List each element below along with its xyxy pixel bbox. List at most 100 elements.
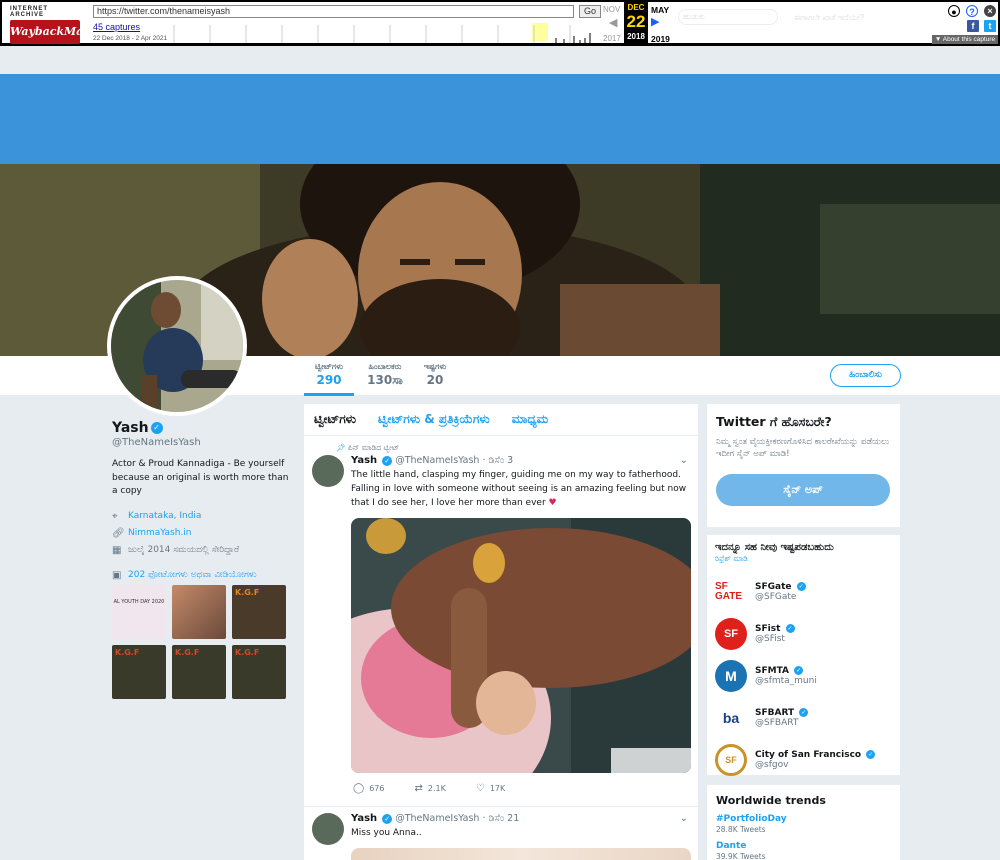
tweet-media[interactable]: [351, 518, 691, 773]
trend-name: Dante: [716, 841, 747, 851]
next-year[interactable]: 2019: [651, 34, 670, 44]
tweet-header: Yash ✓ @TheNameIsYash · ಡಿಸೆಂ 3: [351, 455, 690, 466]
tweet-avatar[interactable]: [312, 813, 344, 845]
thumb-text: K.G.F: [235, 647, 260, 657]
verified-icon: ✓: [866, 750, 876, 759]
media-thumb[interactable]: K.G.F: [112, 644, 166, 699]
wtf-logo-text: SF GATE: [715, 581, 743, 602]
tweet-divider: [304, 806, 698, 807]
wtf-name: SFGate: [755, 582, 792, 592]
sfmta-logo-icon: M: [715, 660, 747, 692]
verified-icon: ✓: [796, 582, 806, 591]
profile-media-link[interactable]: 202 ಫೋಟೋಗಳು ಅಥವಾ ವೀಡಿಯೋಗಳು: [128, 570, 257, 580]
avatar[interactable]: [107, 276, 247, 416]
profile-bio: Actor & Proud Kannadiga - Be yourself be…: [112, 459, 289, 496]
next-arrow-icon[interactable]: ▶: [651, 15, 659, 28]
link-icon: 🔗︎: [112, 527, 125, 539]
verified-icon: ✓: [794, 666, 804, 675]
tweet-author-handle[interactable]: @TheNameIsYash: [395, 813, 479, 824]
wtf-name: SFBART: [755, 708, 795, 718]
tweet-author-name[interactable]: Yash: [351, 813, 377, 824]
prev-year[interactable]: 2017: [603, 34, 621, 43]
timeline-tabs: ಟ್ವೀಟ್‌ಗಳು ಟ್ವೀಟ್‌ಗಳು & ಪ್ರತಿಕ್ರಿಯೆಗಳು ಮ…: [304, 404, 698, 436]
media-thumb[interactable]: K.G.F: [232, 644, 286, 699]
chevron-down-icon[interactable]: ⌄: [680, 455, 688, 466]
media-thumb[interactable]: AL YOUTH DAY 2020: [112, 584, 166, 639]
avatar-illustration: [111, 280, 243, 412]
tweet-pinned[interactable]: Yash ✓ @TheNameIsYash · ಡಿಸೆಂ 3 ⌄ The li…: [304, 455, 698, 794]
media-thumb[interactable]: [172, 584, 226, 639]
close-icon[interactable]: ×: [984, 5, 996, 17]
tweet-item[interactable]: Yash ✓ @TheNameIsYash · ಡಿಸೆಂ 21 ⌄ Miss …: [304, 813, 698, 860]
trend-item[interactable]: Dante 39.9K Tweets: [716, 841, 891, 860]
media-thumb[interactable]: K.G.F: [172, 644, 226, 699]
profile-name-row: Yash ✓: [112, 420, 292, 436]
pinned-label-row: 📌︎ ಪಿನ್ ಮಾಡಿದ ಟ್ವೀಟ್: [336, 443, 698, 453]
profile-website[interactable]: NimmaYash.in: [128, 528, 192, 538]
tweet-avatar[interactable]: [312, 455, 344, 487]
tweet-date[interactable]: · ಡಿಸೆಂ 21: [482, 813, 519, 824]
tab-tweets[interactable]: ಟ್ವೀಟ್‌ಗಳು: [314, 412, 356, 427]
wayback-url-input[interactable]: https://twitter.com/thenameisyash: [93, 5, 574, 18]
stat-likes[interactable]: ಇಷ್ಟಗಳು 20: [415, 362, 455, 387]
stat-tweets-value: 290: [316, 373, 342, 387]
signup-title: Twitter ಗೆ ಹೊಸಬರೇ?: [716, 414, 832, 429]
captures-link[interactable]: 45 captures: [93, 22, 140, 32]
wayback-go-button[interactable]: Go: [579, 5, 601, 18]
retweet-action[interactable]: ⇄ 2.1K: [414, 783, 445, 794]
media-thumbnails: AL YOUTH DAY 2020 K.G.F K.G.F K.G.F K.G.…: [112, 584, 292, 699]
reply-count: 676: [369, 784, 385, 793]
profile-handle[interactable]: @TheNameIsYash: [112, 437, 292, 448]
wtf-account[interactable]: SF GATE SFGate ✓ @SFGate: [715, 576, 892, 608]
chevron-down-icon[interactable]: ⌄: [680, 813, 688, 824]
prev-arrow-icon[interactable]: ◀: [609, 16, 617, 29]
media-thumb[interactable]: K.G.F: [232, 584, 286, 639]
tweet-media[interactable]: [351, 848, 691, 860]
trends-title: Worldwide trends: [716, 794, 826, 807]
follow-button[interactable]: ಹಿಂಬಾಲಿಸು: [830, 364, 901, 387]
profile-name[interactable]: Yash: [112, 420, 149, 436]
about-capture-button[interactable]: ▼ About this capture: [932, 35, 998, 44]
wtf-account[interactable]: M SFMTA ✓ @sfmta_muni: [715, 660, 892, 692]
trends-module: Worldwide trends #PortfolioDay 28.8K Twe…: [707, 785, 900, 860]
captures-range: 22 Dec 2018 - 2 Apr 2021: [93, 35, 168, 42]
thumb-text: AL YOUTH DAY 2020: [113, 598, 165, 605]
wayback-logo[interactable]: INTERNET ARCHIVE WaybackMachine: [10, 6, 117, 44]
tweet-author-name[interactable]: Yash: [351, 455, 377, 466]
tweet-photo: [351, 518, 691, 773]
thumb-text: K.G.F: [235, 587, 260, 597]
wtf-account[interactable]: ba SFBART ✓ @SFBART: [715, 702, 892, 734]
calendar-icon: ▦: [112, 544, 122, 556]
wtf-logo-text: SF: [723, 628, 739, 640]
wtf-handle: @sfmta_muni: [755, 676, 817, 686]
wtf-name-row: SFGate ✓: [755, 582, 806, 592]
wtf-name: SFMTA: [755, 666, 789, 676]
help-icon[interactable]: ?: [966, 5, 978, 17]
wtf-account[interactable]: SF City of San Francisco ✓ @sfgov: [715, 744, 892, 776]
tab-tweets-replies[interactable]: ಟ್ವೀಟ್‌ಗಳು & ಪ್ರತಿಕ್ರಿಯೆಗಳು: [378, 412, 490, 427]
trend-item[interactable]: #PortfolioDay 28.8K Tweets: [716, 814, 891, 834]
twitter-icon[interactable]: t: [984, 20, 996, 32]
next-month[interactable]: MAY: [651, 5, 669, 15]
signup-desc: ನಿಮ್ಮ ಸ್ವಂತ ವೈಯಕ್ತೀಕರಣಗೊಳಿಸಿದ ಕಾಲರೇಖೆಯನ್…: [716, 437, 890, 459]
wtf-name-row: City of San Francisco ✓: [755, 750, 876, 760]
tweet-author-handle[interactable]: @TheNameIsYash: [395, 455, 479, 466]
stat-tweets[interactable]: ಟ್ವೀಟ್‌ಗಳು 290: [304, 362, 354, 396]
like-action[interactable]: ♡ 17K: [476, 783, 505, 794]
stat-followers-label: ಹಿಂಬಾಲಕರು: [368, 362, 402, 371]
signup-button[interactable]: ಸೈನ್ ಅಪ್: [716, 474, 890, 506]
tweet-date[interactable]: · ಡಿಸೆಂ 3: [482, 455, 513, 466]
wtf-account[interactable]: SF SFist ✓ @SFist: [715, 618, 892, 650]
reply-action[interactable]: ◯ 676: [353, 783, 384, 794]
facebook-icon[interactable]: f: [967, 20, 979, 32]
pinned-label: ಪಿನ್ ಮಾಡಿದ ಟ್ವೀಟ್: [347, 443, 400, 452]
profile-location[interactable]: Karnataka, India: [128, 511, 201, 521]
tab-media[interactable]: ಮಾಧ್ಯಮ: [512, 412, 548, 427]
wtf-refresh[interactable]: ರಿಫ್ರೆಶ್ ಮಾಡಿ: [715, 554, 892, 564]
user-icon[interactable]: ●: [948, 5, 960, 17]
wtf-handle: @sfgov: [755, 760, 789, 770]
stat-followers[interactable]: ಹಿಂಬಾಲಕರು 130ಸಾ: [360, 362, 410, 388]
tweet-text: The little hand, clasping my finger, gui…: [351, 470, 687, 508]
prev-month[interactable]: NOV: [603, 5, 620, 14]
capture-sparkline[interactable]: [164, 21, 598, 43]
